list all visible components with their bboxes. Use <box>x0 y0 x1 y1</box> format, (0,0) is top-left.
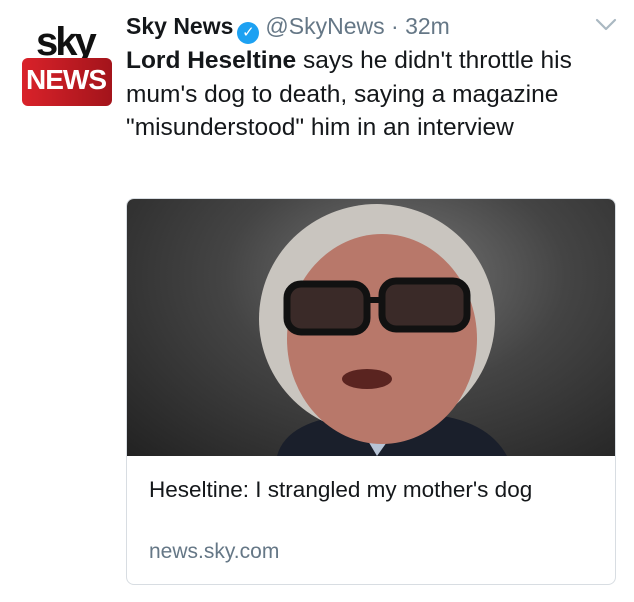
author-name[interactable]: Sky News <box>126 13 233 39</box>
logo-news-text: NEWS <box>26 64 107 95</box>
tweet-header: Sky News ✓ @SkyNews · 32m <box>126 10 450 44</box>
verified-badge-icon: ✓ <box>237 22 260 44</box>
portrait-illustration <box>259 204 507 456</box>
tweet-text-bold: Lord Heseltine <box>126 47 297 74</box>
author-handle[interactable]: @SkyNews <box>265 13 384 39</box>
card-domain: news.sky.com <box>149 540 280 563</box>
timestamp[interactable]: 32m <box>405 13 450 39</box>
card-title[interactable]: Heseltine: I strangled my mother's dog <box>149 474 589 505</box>
logo-sky-text: sky <box>36 20 97 64</box>
tweet-text: Lord Heseltine says he didn't throttle h… <box>126 44 596 145</box>
logo-news-box: NEWS <box>22 58 112 106</box>
link-card[interactable]: Heseltine: I strangled my mother's dog n… <box>126 198 616 585</box>
chevron-down-icon[interactable] <box>594 12 618 36</box>
separator: · <box>391 13 399 39</box>
avatar-sky-news-logo[interactable]: sky NEWS <box>22 22 112 106</box>
card-photo <box>127 199 615 456</box>
